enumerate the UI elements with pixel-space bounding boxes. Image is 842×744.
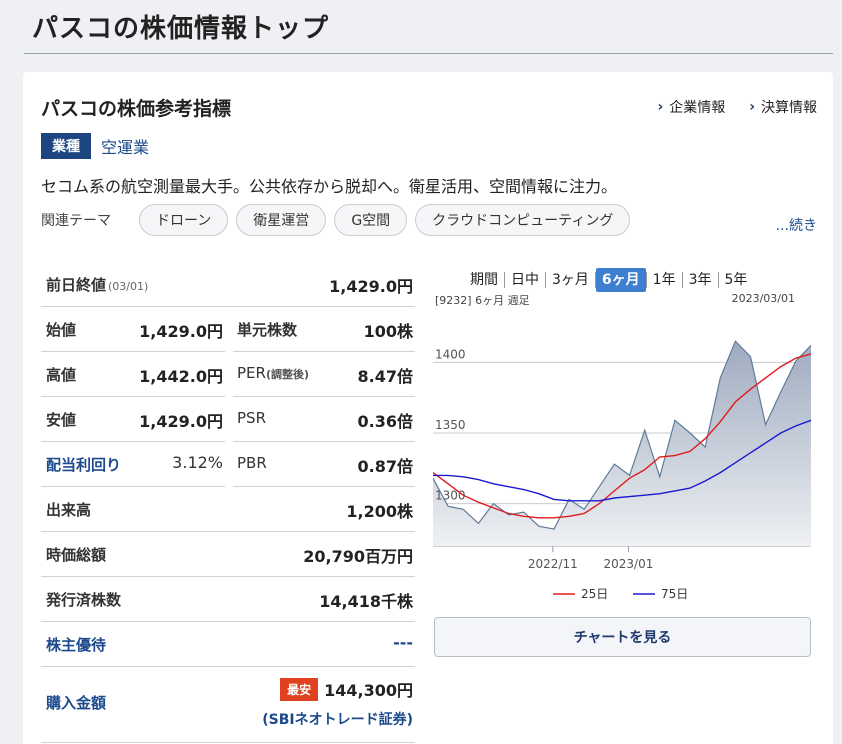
company-info-label: 企業情報 <box>669 100 726 116</box>
shareholder-benefits-value: --- <box>393 633 413 652</box>
card-title: パスコの株価参考指標 <box>41 98 232 120</box>
volume-row: 出来高 1,200株 <box>41 487 415 532</box>
x-tick-label: 2022/11 <box>528 557 578 571</box>
market-cap-row: 時価総額 20,790百万円 <box>41 532 415 577</box>
tab-period-label: 期間 <box>470 272 498 288</box>
related-themes-label: 関連テーマ <box>41 213 111 229</box>
high-cell: 高値 1,442.0円 <box>41 352 225 397</box>
company-info-link[interactable]: › 企業情報 <box>657 97 725 117</box>
high-value: 1,442.0円 <box>139 367 223 386</box>
theme-tags: ドローン 衛星運営 G空間 クラウドコンピューティング <box>139 204 631 236</box>
purchase-row: 購入金額 最安 144,300円 (SBIネオトレード証券) <box>41 667 415 743</box>
purchase-amount: 最安 144,300円 <box>280 677 413 701</box>
open-cell: 始値 1,429.0円 <box>41 307 225 352</box>
company-description: セコム系の航空測量最大手。公共依存から脱却へ。衛星活用、空間情報に注力。 <box>41 177 618 196</box>
tab-1-year[interactable]: 1年 <box>647 268 682 292</box>
chevron-right-icon: › <box>749 99 755 115</box>
low-value: 1,429.0円 <box>139 412 223 431</box>
psr-cell: PSR 0.36倍 <box>233 397 415 442</box>
chart-period-tabs: 期間 日中 3ヶ月 6ヶ月 1年 3年 5年 <box>464 268 753 292</box>
prev-close-row: 前日終値 (03/01) 1,429.0円 <box>41 262 415 307</box>
metrics-table: 前日終値 (03/01) 1,429.0円 始値 1,429.0円 単元株数 10… <box>41 262 415 743</box>
volume-label: 出来高 <box>46 501 92 519</box>
stock-indicators-card: パスコの株価参考指標 › 企業情報 › 決算情報 業種 空運業 セコム系の航空測… <box>23 72 833 744</box>
x-tick-label: 2023/01 <box>604 557 654 571</box>
purchase-amount-link[interactable]: 購入金額 <box>46 692 106 713</box>
theme-tag[interactable]: 衛星運営 <box>236 204 327 236</box>
legend-ma25: 25日 <box>553 587 608 601</box>
volume-value: 1,200株 <box>346 502 413 521</box>
low-cell: 安値 1,429.0円 <box>41 397 225 442</box>
low-psr-row: 安値 1,429.0円 PSR 0.36倍 <box>41 397 415 442</box>
market-cap-value: 20,790百万円 <box>303 547 413 566</box>
sector-badge: 業種 <box>41 133 91 159</box>
market-cap-label: 時価総額 <box>46 546 107 564</box>
dividend-yield-value: 3.12% <box>172 453 223 472</box>
theme-tag[interactable]: G空間 <box>334 204 408 236</box>
per-cell: PER(調整後) 8.47倍 <box>233 352 415 397</box>
y-tick-label: 1300 <box>435 489 466 503</box>
earnings-info-label: 決算情報 <box>761 100 817 116</box>
pbr-cell: PBR 0.87倍 <box>233 442 415 487</box>
chevron-right-icon: › <box>657 99 664 115</box>
price-chart[interactable]: 1400 1350 1300 2022/11 2023/01 25日 75日 <box>433 310 813 610</box>
prev-close-value: 1,429.0円 <box>329 277 413 296</box>
view-chart-button[interactable]: チャートを見る <box>434 617 811 657</box>
open-label: 始値 <box>46 321 77 339</box>
broker-link[interactable]: (SBIネオトレード証券) <box>262 709 413 729</box>
earnings-info-link[interactable]: › 決算情報 <box>749 97 817 117</box>
open-value: 1,429.0円 <box>139 322 223 341</box>
per-label: PER(調整後) <box>237 364 310 382</box>
high-per-row: 高値 1,442.0円 PER(調整後) 8.47倍 <box>41 352 415 397</box>
page-title: パスコの株価情報トップ <box>32 14 330 44</box>
shares-row: 発行済株数 14,418千株 <box>41 577 415 622</box>
purchase-amount-value: 144,300円 <box>324 681 413 700</box>
tab-5-years[interactable]: 5年 <box>719 268 754 292</box>
psr-label: PSR <box>237 409 266 427</box>
theme-tag[interactable]: クラウドコンピューティング <box>415 204 631 236</box>
legend-ma75: 75日 <box>633 587 688 601</box>
prev-close-date: (03/01) <box>108 280 149 293</box>
dividend-cell: 配当利回り 3.12% <box>41 442 225 487</box>
sector-link[interactable]: 空運業 <box>101 134 149 158</box>
legend-label: 75日 <box>661 587 688 601</box>
benefits-row: 株主優待 --- <box>41 622 415 667</box>
unit-cell: 単元株数 100株 <box>233 307 415 352</box>
unit-label: 単元株数 <box>237 321 298 339</box>
psr-value: 0.36倍 <box>357 412 413 431</box>
top-links: › 企業情報 › 決算情報 <box>657 97 817 117</box>
y-tick-label: 1400 <box>435 347 466 361</box>
header-divider <box>24 53 833 54</box>
high-label: 高値 <box>46 366 77 384</box>
prev-close-label: 前日終値 (03/01) <box>46 276 149 294</box>
unit-value: 100株 <box>363 322 413 341</box>
open-unit-row: 始値 1,429.0円 単元株数 100株 <box>41 307 415 352</box>
themes-more-link[interactable]: ...続き <box>776 215 817 235</box>
per-sub-label: (調整後) <box>265 368 310 381</box>
page-header: パスコの株価情報トップ <box>0 0 842 56</box>
pbr-value: 0.87倍 <box>357 457 413 476</box>
tab-6-months[interactable]: 6ヶ月 <box>595 268 646 292</box>
tab-intraday[interactable]: 日中 <box>505 268 545 292</box>
tab-3-years[interactable]: 3年 <box>683 268 718 292</box>
shareholder-benefits-link[interactable]: 株主優待 <box>46 634 106 655</box>
chart-date-label: 2023/03/01 <box>731 292 795 305</box>
lowest-badge: 最安 <box>280 678 319 701</box>
dividend-yield-link[interactable]: 配当利回り <box>46 454 121 475</box>
y-tick-label: 1350 <box>435 418 466 432</box>
per-value: 8.47倍 <box>357 367 413 386</box>
shares-label: 発行済株数 <box>46 591 122 609</box>
legend-label: 25日 <box>581 587 608 601</box>
tab-3-months[interactable]: 3ヶ月 <box>546 268 595 292</box>
chart-code-label: [9232] 6ヶ月 週足 <box>435 294 530 307</box>
dividend-pbr-row: 配当利回り 3.12% PBR 0.87倍 <box>41 442 415 487</box>
pbr-label: PBR <box>237 454 267 472</box>
theme-tag[interactable]: ドローン <box>139 204 229 236</box>
shares-value: 14,418千株 <box>319 592 413 611</box>
low-label: 安値 <box>46 411 77 429</box>
